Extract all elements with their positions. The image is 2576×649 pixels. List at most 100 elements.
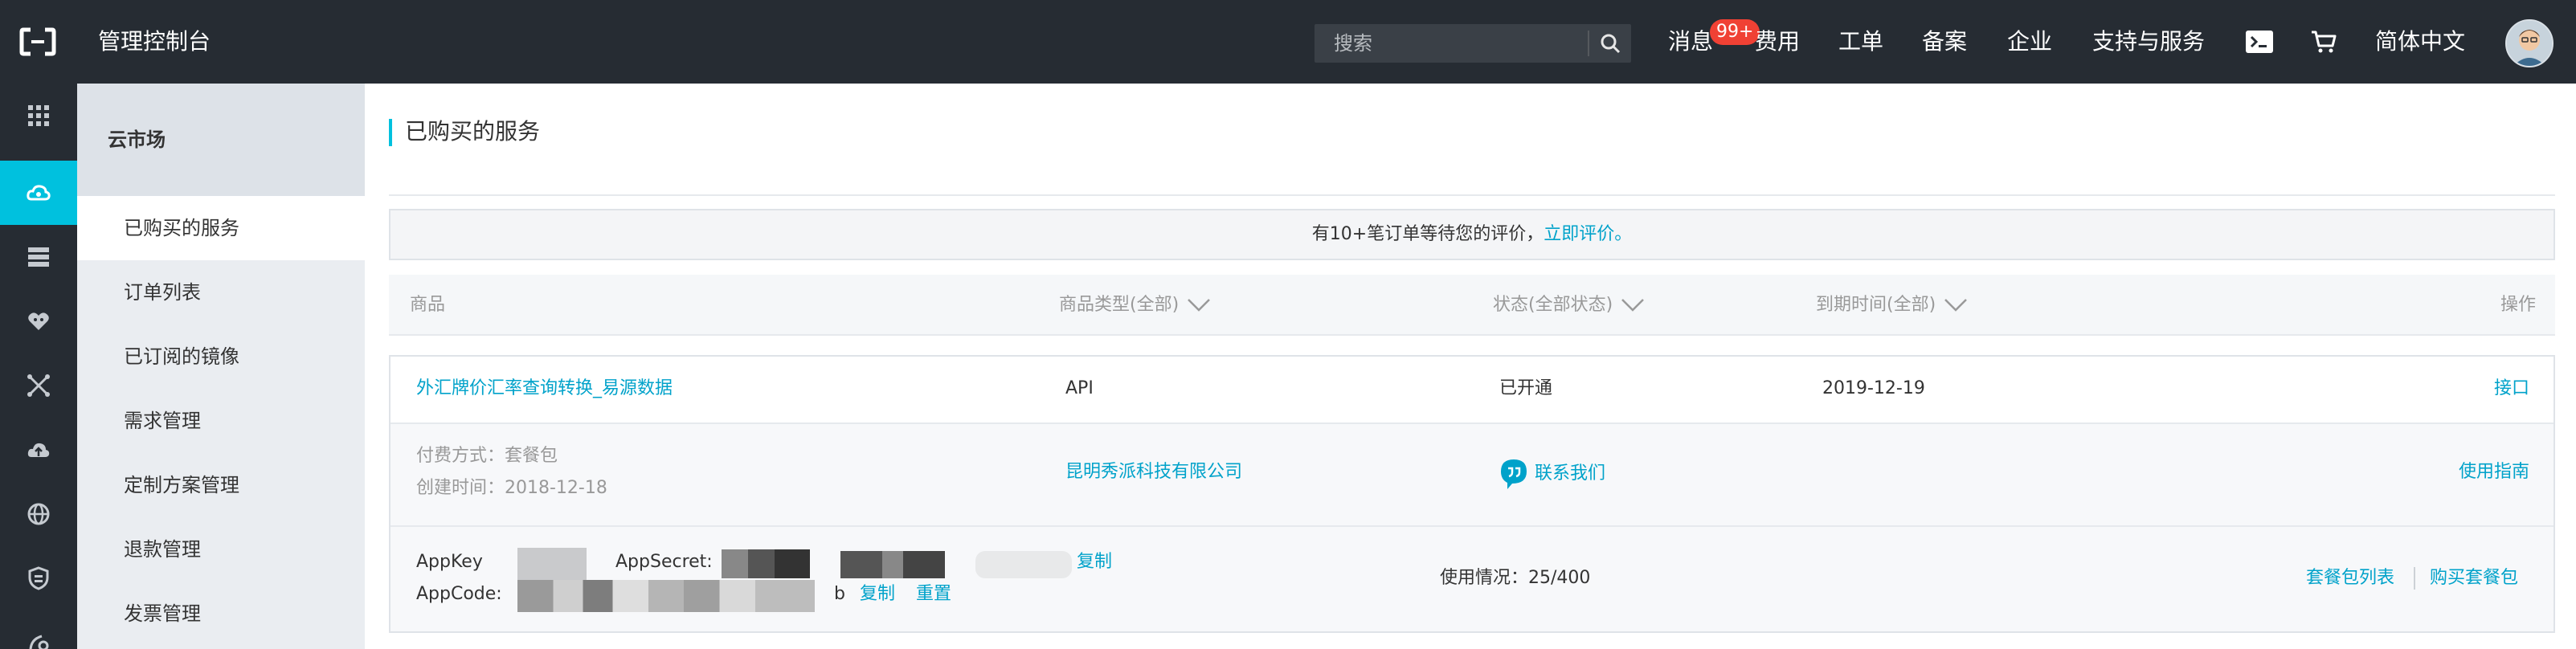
apps-grid-icon: [28, 105, 49, 126]
sidebar-item-refunds[interactable]: 退款管理: [77, 517, 365, 582]
search-icon: [1601, 34, 1621, 54]
chat-bubble-icon: [1501, 459, 1527, 489]
page-title-accent: [389, 119, 392, 146]
search-button[interactable]: [1589, 24, 1631, 63]
page-title: 已购买的服务: [405, 118, 541, 145]
table-row: 外汇牌价汇率查询转换_易源数据 API 已开通 2019-12-19 接口: [390, 357, 2554, 424]
column-header-expiry[interactable]: 到期时间(全部): [1816, 291, 1968, 320]
rail-database[interactable]: [0, 225, 77, 289]
created-time: 创建时间：2018-12-18: [416, 478, 607, 498]
sidebar-item-label: 需求管理: [124, 410, 201, 432]
avatar[interactable]: [2505, 19, 2554, 67]
nav-support[interactable]: 支持与服务: [2092, 26, 2205, 58]
column-header-product: 商品: [410, 295, 446, 315]
sidebar-item-purchased-services[interactable]: 已购买的服务: [77, 196, 365, 260]
status-text: 已开通: [1499, 378, 1553, 398]
more-icon: [29, 635, 49, 649]
column-header-status[interactable]: 状态(全部状态): [1493, 291, 1645, 320]
console-title[interactable]: 管理控制台: [98, 26, 211, 58]
sidebar-item-subscribed-images[interactable]: 已订阅的镜像: [77, 324, 365, 389]
globe-icon: [27, 503, 50, 525]
rail-network[interactable]: [0, 353, 77, 418]
sidebar-header: 云市场: [77, 84, 365, 196]
cloud-upload-icon: [27, 443, 50, 457]
sidebar-item-label: 定制方案管理: [124, 474, 239, 496]
masked-appcode: [517, 580, 815, 612]
cart-icon[interactable]: [2308, 27, 2340, 56]
messages-badge: 99+: [1710, 19, 1760, 45]
payment-method: 付费方式：套餐包: [416, 446, 558, 466]
buy-package-link[interactable]: 购买套餐包: [2430, 564, 2518, 593]
sidebar-item-label: 发票管理: [124, 602, 201, 625]
review-notice-text: 有10+笔订单等待您的评价，: [1311, 224, 1544, 244]
masked-appsecret-2: [840, 551, 945, 578]
user-guide-link[interactable]: 使用指南: [2459, 458, 2529, 487]
nav-billing[interactable]: 费用: [1755, 26, 1800, 58]
masked-appsecret: [722, 549, 810, 578]
review-now-link[interactable]: 立即评价。: [1544, 224, 1632, 244]
rail-apps[interactable]: [0, 84, 77, 148]
rail-more[interactable]: [0, 610, 77, 649]
search-input[interactable]: [1315, 24, 1588, 63]
title-divider: [389, 194, 2555, 196]
vendor-link[interactable]: 昆明秀派科技有限公司: [1065, 458, 1242, 487]
sidebar-item-custom-solutions[interactable]: 定制方案管理: [77, 453, 365, 517]
column-header-actions: 操作: [2500, 295, 2536, 315]
appsecret-label: AppSecret:: [615, 552, 713, 572]
nav-tickets[interactable]: 工单: [1838, 26, 1883, 58]
api-button[interactable]: 接口: [2494, 374, 2529, 403]
sidebar-item-label: 退款管理: [124, 538, 201, 561]
sidebar-item-label: 已购买的服务: [124, 217, 239, 239]
appkey-label: AppKey: [416, 552, 483, 572]
sidebar-item-orders[interactable]: 订单列表: [77, 260, 365, 324]
product-name-link[interactable]: 外汇牌价汇率查询转换_易源数据: [416, 374, 673, 403]
nav-enterprise[interactable]: 企业: [2007, 26, 2052, 58]
rail-security[interactable]: [0, 546, 77, 610]
cloud-market-sidebar: 云市场 已购买的服务 订单列表 已订阅的镜像 需求管理 定制方案管理 退款管理 …: [77, 84, 365, 649]
sidebar-item-label: 已订阅的镜像: [124, 345, 239, 368]
contact-us-button[interactable]: 联系我们: [1499, 458, 1605, 490]
nav-filing[interactable]: 备案: [1922, 26, 1967, 58]
rail-ai[interactable]: [0, 289, 77, 353]
order-card: 外汇牌价汇率查询转换_易源数据 API 已开通 2019-12-19 接口 付费…: [389, 355, 2555, 633]
appcode-label: AppCode:: [416, 584, 502, 604]
brain-icon: [28, 312, 49, 330]
masked-appsecret-3: [975, 551, 1072, 578]
cloud-market-icon: [27, 185, 51, 201]
package-list-link[interactable]: 套餐包列表: [2306, 564, 2394, 593]
nav-messages[interactable]: 消息: [1668, 26, 1713, 58]
table-row: AppKey AppSecret: 复制 AppCode: b 复制 重置 使用…: [390, 527, 2554, 631]
review-notice: 有10+笔订单等待您的评价，立即评价。: [389, 209, 2555, 260]
copy-appsecret-button[interactable]: 复制: [1077, 548, 1112, 577]
product-rail: [0, 84, 77, 649]
copy-appcode-button[interactable]: 复制: [860, 580, 895, 609]
aliyun-logo-icon[interactable]: [19, 27, 56, 56]
sidebar-title: 云市场: [108, 129, 166, 151]
table-header: 商品 商品类型(全部) 状态(全部状态) 到期时间(全部) 操作: [389, 275, 2555, 336]
masked-appkey: [517, 548, 587, 580]
chevron-down-icon: [1621, 299, 1645, 312]
product-type: API: [1065, 378, 1094, 398]
sidebar-item-demands[interactable]: 需求管理: [77, 389, 365, 453]
terminal-icon[interactable]: [2243, 27, 2275, 56]
action-divider: [2414, 567, 2415, 590]
sidebar-item-label: 订单列表: [124, 281, 201, 304]
language-selector[interactable]: 简体中文: [2375, 26, 2465, 58]
network-icon: [27, 374, 50, 397]
top-bar: 管理控制台 消息 99+ 费用 工单 备案 企业 支持与服务 简体中文: [0, 0, 2576, 84]
chevron-down-icon: [1944, 299, 1968, 312]
column-header-type[interactable]: 商品类型(全部): [1059, 291, 1211, 320]
appcode-suffix: b: [834, 584, 845, 604]
table-row: 付费方式：套餐包 创建时间：2018-12-18 昆明秀派科技有限公司 联系我们…: [390, 424, 2554, 527]
database-icon: [28, 247, 49, 267]
search-box: [1315, 24, 1631, 63]
rail-cloud-storage[interactable]: [0, 418, 77, 482]
reset-appcode-button[interactable]: 重置: [916, 580, 951, 609]
rail-cloud-market[interactable]: [0, 161, 77, 225]
contact-us-label: 联系我们: [1535, 463, 1606, 484]
shield-icon: [28, 566, 49, 590]
expiry-date: 2019-12-19: [1822, 378, 1925, 398]
rail-cdn[interactable]: [0, 482, 77, 546]
sidebar-item-invoices[interactable]: 发票管理: [77, 582, 365, 646]
usage-text: 使用情况：25/400: [1440, 568, 1591, 588]
